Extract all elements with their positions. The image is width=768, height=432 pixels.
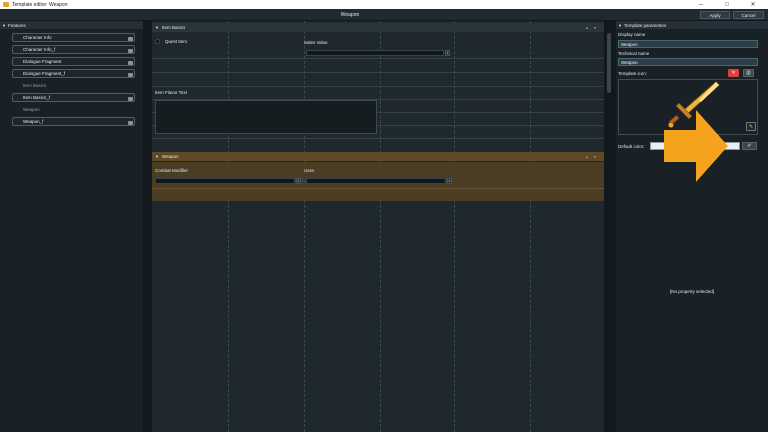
feature-badge-icon: [128, 73, 133, 77]
row-divider: [152, 72, 604, 73]
feature-label: Weapon_f: [23, 119, 44, 124]
grid-guide: [228, 21, 229, 432]
cancel-button[interactable]: Cancel: [733, 11, 764, 19]
features-title: Features: [7, 22, 26, 28]
feature-label: Character Info_f: [23, 47, 56, 52]
browse-icon-button[interactable]: ▥: [743, 69, 754, 77]
uses-stepper[interactable]: ⇕: [447, 178, 452, 184]
no-property-message: [No property selected]: [669, 289, 715, 294]
pencil-icon: ✎: [748, 123, 754, 130]
feature-item[interactable]: Weapon_f: [12, 117, 135, 126]
display-name-value: Weapon: [621, 41, 638, 47]
quest-item-checkbox[interactable]: [155, 39, 160, 44]
section-header-item-basics[interactable]: ▼ Item Basics ▴ ▾: [152, 23, 604, 32]
apply-button[interactable]: Apply: [700, 11, 730, 19]
feature-label: Dialogue Fragment: [23, 59, 62, 64]
app-icon: [3, 2, 9, 7]
feature-item[interactable]: Character Info_f: [12, 45, 135, 54]
feature-badge-icon: [128, 121, 133, 125]
combat-modifier-input[interactable]: [155, 178, 295, 184]
window-title: Template editor: Weapon: [12, 1, 68, 8]
scrollbar-thumb[interactable]: [607, 33, 611, 93]
uses-input[interactable]: [306, 178, 446, 184]
feature-label: Weapon: [23, 107, 40, 112]
sales-value-stepper[interactable]: ⇕: [445, 50, 450, 56]
technical-name-input[interactable]: Weapon: [618, 58, 758, 66]
chevron-down-icon: ▼: [155, 154, 159, 159]
grid-guide: [304, 21, 305, 432]
feature-label: Item Basics_f: [23, 95, 51, 100]
quest-item-label: Quest Item: [165, 39, 188, 44]
template-parameters-panel: ▼ Template parameters Display name Weapo…: [616, 21, 768, 432]
chevron-down-icon: ▼: [155, 25, 159, 30]
feature-item[interactable]: Dialogue Fragment: [12, 57, 135, 66]
feature-label: Item Basics: [23, 83, 47, 88]
default-color-label: Default color:: [618, 144, 645, 149]
template-parameters-title: Template parameters: [623, 22, 667, 28]
color-picker-button[interactable]: ✐: [742, 142, 757, 150]
feature-item[interactable]: Weapon: [12, 105, 135, 114]
features-scrollbar[interactable]: [143, 21, 151, 432]
document-title: Weapon: [340, 12, 360, 18]
grid-guide: [530, 21, 531, 432]
close-button[interactable]: ✕: [742, 0, 764, 9]
feature-label: Character Info: [23, 35, 52, 40]
maximize-button[interactable]: □: [716, 0, 738, 9]
grid-guide: [380, 21, 381, 432]
feature-item[interactable]: Character Info: [12, 33, 135, 42]
sales-value-label: Sales Value: [304, 40, 328, 45]
move-down-icon[interactable]: ▾: [594, 154, 596, 159]
template-canvas: ▼ Item Basics ▴ ▾ Quest Item Sales Value…: [152, 21, 604, 432]
section-title: Weapon: [161, 154, 179, 159]
feature-badge-icon: [128, 37, 133, 41]
feature-label: Dialogue Fragment_f: [23, 71, 66, 76]
move-down-icon[interactable]: ▾: [594, 25, 596, 30]
template-parameters-header[interactable]: ▼ Template parameters: [616, 21, 768, 29]
clear-icon-button[interactable]: ✕: [728, 69, 739, 77]
features-panel: ▼ Features Character Info Character Info…: [0, 21, 143, 432]
display-name-input[interactable]: Weapon: [618, 40, 758, 48]
grid-guide: [454, 21, 455, 432]
template-icon-label: Template icon:: [618, 71, 648, 76]
technical-name-value: Weapon: [621, 59, 638, 65]
features-header[interactable]: ▼ Features: [0, 21, 143, 29]
uses-label: Uses: [304, 168, 315, 173]
edit-icon-button[interactable]: ✎: [746, 122, 756, 131]
feature-badge-icon: [128, 97, 133, 101]
minimize-button[interactable]: ─: [690, 0, 712, 9]
row-divider: [152, 138, 604, 139]
move-up-icon[interactable]: ▴: [586, 25, 588, 30]
feature-badge-icon: [128, 61, 133, 65]
feature-item[interactable]: Item Basics: [12, 81, 135, 90]
display-name-label: Display name: [618, 32, 646, 37]
feature-item[interactable]: Item Basics_f: [12, 93, 135, 102]
row-divider: [152, 86, 604, 87]
feature-item[interactable]: Dialogue Fragment_f: [12, 69, 135, 78]
row-divider: [152, 188, 604, 189]
section-title: Item Basics: [161, 25, 186, 30]
close-icon: ✕: [731, 70, 736, 76]
chevron-down-icon: ▼: [2, 22, 6, 28]
window-titlebar: Template editor: Weapon ─ □ ✕: [0, 0, 768, 9]
chevron-down-icon: ▼: [618, 22, 622, 28]
combat-modifier-label: Combat Modifier: [155, 168, 189, 173]
flavor-text-input[interactable]: [155, 100, 377, 134]
row-divider: [152, 58, 604, 59]
combat-modifier-stepper[interactable]: ⇕: [296, 178, 301, 184]
editor-header: Weapon Apply Cancel: [0, 9, 768, 21]
folder-icon: ▥: [746, 70, 751, 76]
feature-badge-icon: [128, 49, 133, 53]
move-up-icon[interactable]: ▴: [586, 154, 588, 159]
section-header-weapon[interactable]: ▼ Weapon ▴ ▾: [152, 152, 604, 161]
sales-value-input[interactable]: [306, 50, 444, 56]
arrow-pointer-icon: [664, 110, 728, 182]
flavor-text-label: Item Flavor Text: [155, 90, 187, 95]
canvas-scrollbar[interactable]: [604, 21, 615, 432]
technical-name-label: Technical name: [618, 51, 650, 56]
eyedropper-icon: ✐: [747, 143, 752, 149]
